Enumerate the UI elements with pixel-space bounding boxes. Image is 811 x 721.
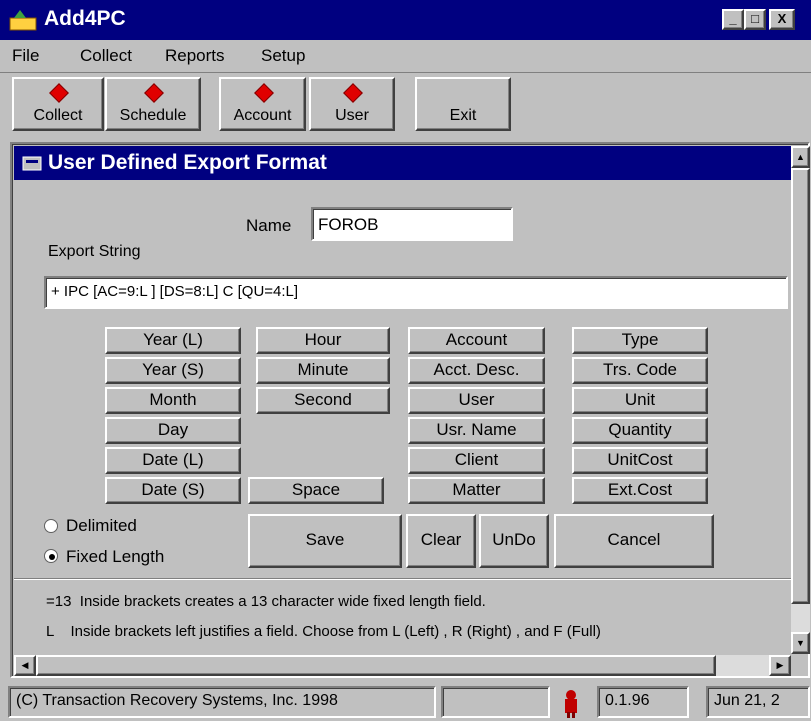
name-label: Name <box>246 216 292 235</box>
menu-file[interactable]: File <box>12 46 39 66</box>
export-string-input[interactable]: + IPC [AC=9:L ] [DS=8:L] C [QU=4:L] <box>44 276 788 309</box>
fixed-length-radio[interactable]: Fixed Length <box>44 546 224 570</box>
field-extcost-button[interactable]: Ext.Cost <box>572 477 708 504</box>
name-value: FOROB <box>318 215 379 234</box>
field-minute-button[interactable]: Minute <box>256 357 390 384</box>
field-date-long-button[interactable]: Date (L) <box>105 447 241 474</box>
minimize-button[interactable]: _ <box>722 9 744 30</box>
help-divider <box>14 578 791 580</box>
scroll-right-arrow-icon[interactable]: ▶ <box>769 655 791 676</box>
close-button[interactable]: X <box>769 9 795 30</box>
field-usr-name-button[interactable]: Usr. Name <box>408 417 545 444</box>
scroll-left-arrow-icon[interactable]: ◀ <box>14 655 36 676</box>
maximize-button[interactable]: □ <box>744 9 766 30</box>
field-account-button[interactable]: Account <box>408 327 545 354</box>
field-trs-code-button[interactable]: Trs. Code <box>572 357 708 384</box>
export-string-label: Export String <box>48 243 141 260</box>
scroll-up-arrow-icon[interactable]: ▲ <box>791 146 810 168</box>
schedule-button[interactable]: Schedule <box>105 77 201 131</box>
user-button[interactable]: User <box>309 77 395 131</box>
app-icon <box>9 10 37 31</box>
field-second-button[interactable]: Second <box>256 387 390 414</box>
field-user-button[interactable]: User <box>408 387 545 414</box>
status-empty-panel <box>441 686 550 718</box>
menu-reports[interactable]: Reports <box>165 46 225 66</box>
help-line-justify: L Inside brackets left justifies a field… <box>46 623 601 640</box>
field-month-button[interactable]: Month <box>105 387 241 414</box>
dialog-titlebar: User Defined Export Format <box>14 146 791 180</box>
exit-button[interactable]: Exit <box>415 77 511 131</box>
save-button[interactable]: Save <box>248 514 402 568</box>
status-date: Jun 21, 2 <box>706 686 810 718</box>
account-button[interactable]: Account <box>219 77 306 131</box>
status-indicator-icon <box>565 690 577 718</box>
vertical-scroll-thumb[interactable] <box>791 168 810 604</box>
menu-collect[interactable]: Collect <box>80 46 132 66</box>
field-space-button[interactable]: Space <box>248 477 384 504</box>
field-client-button[interactable]: Client <box>408 447 545 474</box>
red-diamond-icon <box>253 83 274 103</box>
field-year-long-button[interactable]: Year (L) <box>105 327 241 354</box>
cancel-button[interactable]: Cancel <box>554 514 714 568</box>
field-matter-button[interactable]: Matter <box>408 477 545 504</box>
clear-button[interactable]: Clear <box>406 514 476 568</box>
status-version: 0.1.96 <box>597 686 689 718</box>
app-title: Add4PC <box>44 7 126 30</box>
field-type-button[interactable]: Type <box>572 327 708 354</box>
field-unitcost-button[interactable]: UnitCost <box>572 447 708 474</box>
field-quantity-button[interactable]: Quantity <box>572 417 708 444</box>
scroll-down-arrow-icon[interactable]: ▼ <box>791 632 810 654</box>
field-hour-button[interactable]: Hour <box>256 327 390 354</box>
radio-on-icon <box>44 549 58 563</box>
red-diamond-icon <box>49 83 69 103</box>
undo-button[interactable]: UnDo <box>479 514 549 568</box>
radio-off-icon <box>44 519 58 533</box>
menu-bar: File Collect Reports Setup <box>0 46 811 70</box>
dialog-title: User Defined Export Format <box>48 151 327 174</box>
field-date-short-button[interactable]: Date (S) <box>105 477 241 504</box>
field-year-short-button[interactable]: Year (S) <box>105 357 241 384</box>
menu-setup[interactable]: Setup <box>261 46 305 66</box>
export-string-value: + IPC [AC=9:L ] [DS=8:L] C [QU=4:L] <box>51 283 299 300</box>
help-line-width: =13 Inside brackets creates a 13 charact… <box>46 593 486 610</box>
delimited-radio[interactable]: Delimited <box>44 516 214 540</box>
red-diamond-icon <box>144 83 164 103</box>
horizontal-scroll-thumb[interactable] <box>36 655 716 676</box>
name-input[interactable]: FOROB <box>311 207 513 241</box>
field-day-button[interactable]: Day <box>105 417 241 444</box>
red-diamond-icon <box>343 83 363 103</box>
title-bar: Add4PC _ □ X <box>0 0 811 40</box>
toolbar-divider <box>0 72 811 73</box>
status-copyright: (C) Transaction Recovery Systems, Inc. 1… <box>8 686 436 718</box>
dialog-icon <box>22 156 42 171</box>
collect-button[interactable]: Collect <box>12 77 104 131</box>
field-unit-button[interactable]: Unit <box>572 387 708 414</box>
field-acct-desc-button[interactable]: Acct. Desc. <box>408 357 545 384</box>
